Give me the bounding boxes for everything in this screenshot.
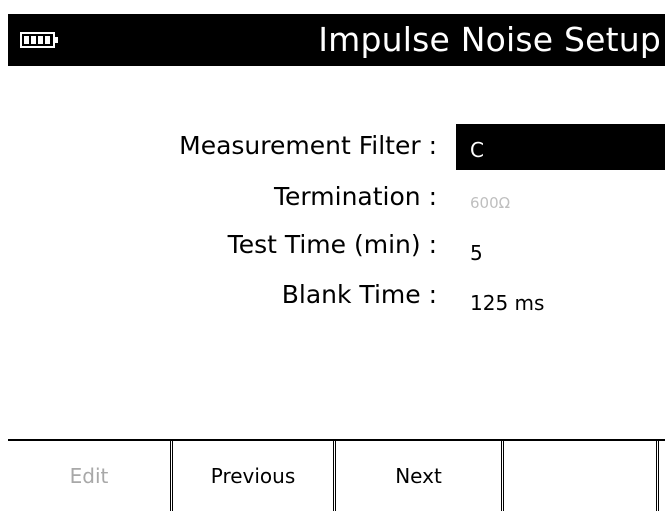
test-time-value[interactable]: 5 xyxy=(470,240,483,266)
next-softkey[interactable]: Next xyxy=(336,441,501,511)
title-bar: Impulse Noise Setup xyxy=(8,14,665,66)
softkey-divider xyxy=(656,441,659,511)
blank-time-value[interactable]: 125 ms xyxy=(470,290,544,316)
softkey-bar: Edit Previous Next xyxy=(8,439,665,511)
blank-softkey[interactable] xyxy=(504,441,656,511)
edit-softkey[interactable]: Edit xyxy=(8,441,170,511)
measurement-filter-label: Measurement Filter : xyxy=(179,131,437,160)
test-time-label: Test Time (min) : xyxy=(227,230,437,259)
previous-softkey[interactable]: Previous xyxy=(173,441,333,511)
page-title: Impulse Noise Setup xyxy=(318,20,661,59)
measurement-filter-value[interactable]: C xyxy=(456,124,665,170)
battery-full-icon xyxy=(20,32,58,48)
termination-value: 600Ω xyxy=(470,194,511,212)
blank-time-label: Blank Time : xyxy=(281,280,437,309)
termination-label: Termination : xyxy=(274,182,437,211)
device-screen: Impulse Noise Setup Measurement Filter :… xyxy=(8,14,665,511)
measurement-filter-value-text: C xyxy=(470,138,484,162)
